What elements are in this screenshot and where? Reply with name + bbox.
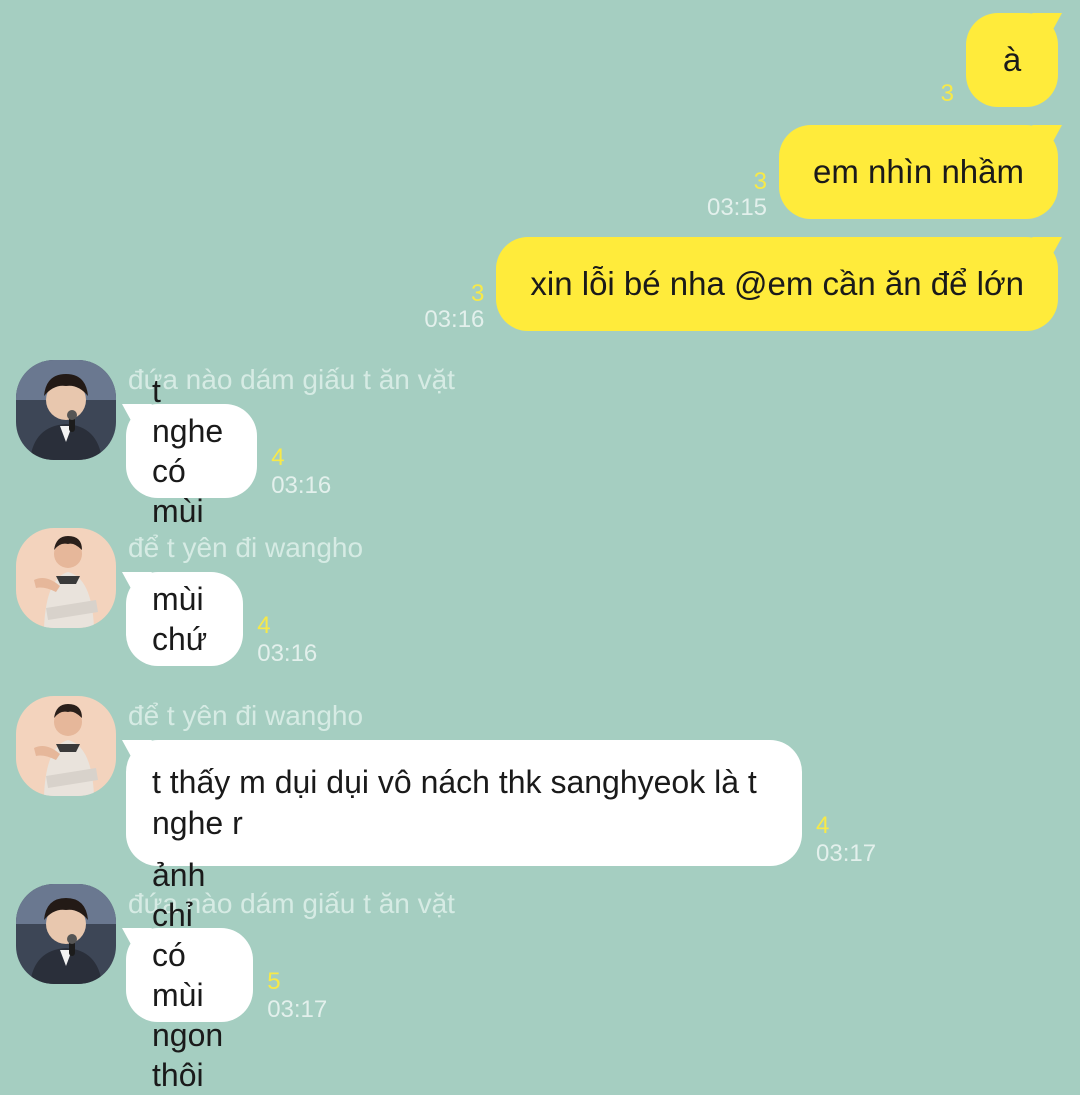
unread-count: 5: [267, 968, 281, 995]
avatar[interactable]: [16, 884, 116, 984]
avatar[interactable]: [16, 696, 116, 796]
avatar[interactable]: [16, 528, 116, 628]
bubble-tail-icon: [122, 404, 152, 426]
message-text: à: [1002, 41, 1022, 78]
timestamp: 03:17: [267, 996, 328, 1023]
message-meta: 4 03:16: [257, 612, 317, 668]
avatar-boy-microphone-icon: [16, 360, 116, 460]
message-text: xin lỗi bé nha @em cần ăn để lớn: [530, 265, 1024, 302]
unread-count: 4: [271, 444, 285, 471]
message-meta: 5 03:17: [267, 968, 327, 1024]
unread-count: 4: [257, 612, 271, 639]
sender-name: để t yên đi wangho: [128, 532, 364, 563]
incoming-bubble[interactable]: t thấy m dụi dụi vô nách thk sanghyeok l…: [122, 740, 802, 866]
timestamp: 03:16: [257, 640, 318, 667]
bubble-tail-icon: [122, 740, 152, 762]
outgoing-bubble[interactable]: xin lỗi bé nha @em cần ăn để lớn: [496, 237, 1062, 331]
bubble-tail-icon: [122, 572, 152, 594]
bubble-tail-icon: [122, 928, 152, 950]
avatar-boy-sitting-icon: [16, 528, 116, 628]
bubble-tail-icon: [1032, 237, 1062, 259]
message-meta: 3 03:15: [707, 169, 767, 221]
avatar-boy-sitting-icon: [16, 696, 116, 796]
timestamp: 03:16: [424, 306, 485, 333]
avatar-boy-microphone-icon: [16, 884, 116, 984]
outgoing-bubble[interactable]: em nhìn nhầm: [779, 125, 1062, 219]
bubble-tail-icon: [1032, 125, 1062, 147]
message-text: t nghe có mùi: [152, 373, 224, 529]
chat-area[interactable]: 3 à 3 03:15 em nhìn nhầm 3 03:16 xin lỗi…: [0, 0, 1080, 1093]
unread-count: 3: [753, 168, 768, 195]
outgoing-bubble[interactable]: à: [966, 13, 1062, 107]
timestamp: 03:17: [816, 840, 877, 867]
bubble-tail-icon: [1032, 13, 1062, 35]
message-meta: 4 03:16: [271, 444, 331, 500]
outgoing-message[interactable]: 3 03:15 em nhìn nhầm: [707, 125, 1062, 221]
incoming-bubble[interactable]: t nghe có mùi: [122, 373, 258, 529]
outgoing-message[interactable]: 3 à: [941, 13, 1062, 107]
sender-name: để t yên đi wangho: [128, 700, 364, 731]
message-text: ảnh chỉ có mùi ngon thôi: [152, 857, 224, 1093]
message-meta: 4 03:17: [816, 812, 876, 868]
incoming-bubble[interactable]: ảnh chỉ có mùi ngon thôi: [122, 857, 254, 1093]
unread-count: 3: [940, 80, 954, 107]
timestamp: 03:16: [271, 472, 332, 499]
unread-count: 4: [816, 812, 830, 839]
message-text: em nhìn nhầm: [813, 153, 1024, 190]
incoming-bubble[interactable]: mùi chứ: [122, 572, 244, 666]
outgoing-message[interactable]: 3 03:16 xin lỗi bé nha @em cần ăn để lớn: [424, 237, 1062, 333]
message-text: mùi chứ: [152, 581, 208, 657]
unread-count: 3: [471, 280, 485, 307]
message-meta: 3: [941, 81, 954, 107]
timestamp: 03:15: [706, 194, 768, 221]
message-text: t thấy m dụi dụi vô nách thk sanghyeok l…: [152, 764, 757, 841]
message-meta: 3 03:16: [424, 281, 484, 333]
avatar[interactable]: [16, 360, 116, 460]
